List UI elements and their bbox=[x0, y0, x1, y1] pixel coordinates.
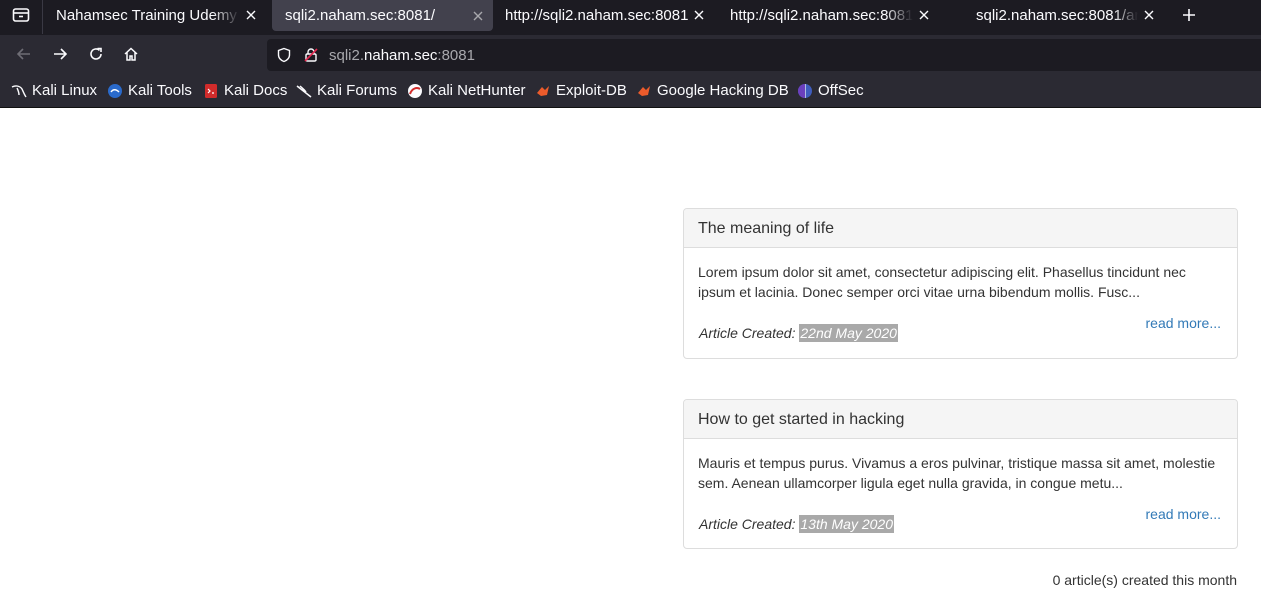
tab-title: Nahamsec Training Udemy C bbox=[56, 6, 240, 24]
plus-icon bbox=[1183, 9, 1195, 21]
article-card: How to get started in hacking Mauris et … bbox=[683, 399, 1238, 549]
navigation-toolbar: sqli2.naham.sec:8081 bbox=[0, 35, 1261, 73]
kali-forums-icon bbox=[296, 83, 312, 99]
bookmark-label: Exploit-DB bbox=[556, 82, 627, 99]
tab-2-active[interactable]: sqli2.naham.sec:8081/ bbox=[272, 0, 493, 31]
bookmark-kali-tools[interactable]: Kali Tools bbox=[107, 82, 192, 99]
insecure-lock-icon[interactable] bbox=[303, 47, 319, 68]
created-label: Article Created: bbox=[699, 516, 796, 532]
bookmark-kali-linux[interactable]: Kali Linux bbox=[11, 82, 97, 99]
monthly-article-count: 0 article(s) created this month bbox=[1052, 572, 1237, 588]
article-excerpt: Lorem ipsum dolor sit amet, consectetur … bbox=[698, 264, 1186, 300]
tab-list-icon bbox=[12, 8, 30, 22]
shield-icon[interactable] bbox=[276, 47, 292, 68]
article-card: The meaning of life Lorem ipsum dolor si… bbox=[683, 208, 1238, 359]
kali-tools-icon bbox=[107, 83, 123, 99]
article-title: How to get started in hacking bbox=[684, 400, 1237, 439]
ghdb-icon bbox=[636, 83, 652, 99]
tab-title: http://sqli2.naham.sec:8081/ bbox=[505, 6, 688, 24]
bookmark-label: Kali Linux bbox=[32, 82, 98, 99]
exploit-db-icon bbox=[535, 83, 551, 99]
forward-button[interactable] bbox=[46, 40, 74, 68]
close-tab-icon[interactable] bbox=[688, 4, 710, 26]
arrow-right-icon bbox=[54, 48, 68, 60]
close-tab-icon[interactable] bbox=[913, 4, 935, 26]
arrow-left-icon bbox=[16, 48, 30, 60]
url-prefix: sqli2. bbox=[329, 47, 365, 64]
bookmark-google-hacking-db[interactable]: Google Hacking DB bbox=[636, 82, 789, 99]
url-text[interactable]: sqli2.naham.sec:8081 bbox=[329, 47, 475, 64]
bookmark-label: Kali NetHunter bbox=[428, 82, 526, 99]
address-bar[interactable]: sqli2.naham.sec:8081 bbox=[267, 39, 1261, 71]
bookmark-label: Kali Docs bbox=[224, 82, 288, 99]
created-date: 13th May 2020 bbox=[799, 515, 894, 533]
bookmark-label: OffSec bbox=[818, 82, 864, 99]
nethunter-icon bbox=[407, 83, 423, 99]
article-title: The meaning of life bbox=[684, 209, 1237, 248]
tab-4[interactable]: http://sqli2.naham.sec:8081/a bbox=[717, 0, 939, 30]
bookmark-offsec[interactable]: OffSec bbox=[797, 82, 864, 99]
read-more-link[interactable]: read more... bbox=[1146, 506, 1221, 522]
tab-title: sqli2.naham.sec:8081/ bbox=[285, 7, 436, 24]
home-icon bbox=[124, 47, 138, 61]
tab-title: sqli2.naham.sec:8081/arti bbox=[976, 6, 1138, 24]
bookmark-label: Kali Forums bbox=[317, 82, 398, 99]
bookmark-exploit-db[interactable]: Exploit-DB bbox=[535, 82, 627, 99]
list-all-tabs-button[interactable] bbox=[0, 0, 42, 30]
url-host: naham.sec bbox=[364, 47, 438, 64]
reload-icon bbox=[90, 47, 102, 60]
reload-button[interactable] bbox=[82, 40, 110, 68]
article-created: Article Created: 13th May 2020 bbox=[699, 515, 894, 533]
tab-title: http://sqli2.naham.sec:8081/a bbox=[730, 6, 913, 24]
home-button[interactable] bbox=[117, 40, 145, 68]
bookmark-kali-forums[interactable]: Kali Forums bbox=[296, 82, 397, 99]
bookmark-label: Google Hacking DB bbox=[657, 82, 789, 99]
article-body: Lorem ipsum dolor sit amet, consectetur … bbox=[684, 248, 1237, 302]
close-tab-icon[interactable] bbox=[467, 5, 489, 27]
bookmark-kali-nethunter[interactable]: Kali NetHunter bbox=[407, 82, 526, 99]
kali-docs-icon bbox=[203, 83, 219, 99]
bookmark-label: Kali Tools bbox=[128, 82, 192, 99]
bookmark-kali-docs[interactable]: Kali Docs bbox=[203, 82, 287, 99]
tab-5[interactable]: sqli2.naham.sec:8081/arti bbox=[963, 0, 1164, 30]
created-label: Article Created: bbox=[699, 325, 796, 341]
back-button[interactable] bbox=[10, 40, 38, 68]
tab-1[interactable]: Nahamsec Training Udemy C bbox=[43, 0, 266, 30]
article-body: Mauris et tempus purus. Vivamus a eros p… bbox=[684, 439, 1237, 493]
tab-strip: Nahamsec Training Udemy C sqli2.naham.se… bbox=[0, 0, 1261, 35]
new-tab-button[interactable] bbox=[1176, 2, 1202, 28]
kali-dragon-icon bbox=[11, 83, 27, 99]
article-created: Article Created: 22nd May 2020 bbox=[699, 324, 898, 342]
created-date: 22nd May 2020 bbox=[799, 324, 898, 342]
offsec-icon bbox=[797, 83, 813, 99]
read-more-link[interactable]: read more... bbox=[1146, 315, 1221, 331]
article-excerpt: Mauris et tempus purus. Vivamus a eros p… bbox=[698, 455, 1216, 491]
close-tab-icon[interactable] bbox=[240, 4, 262, 26]
bookmarks-toolbar: Kali Linux Kali Tools Kali Docs Kali For… bbox=[0, 73, 1261, 108]
url-port: :8081 bbox=[437, 47, 475, 64]
close-tab-icon[interactable] bbox=[1138, 4, 1160, 26]
tab-3[interactable]: http://sqli2.naham.sec:8081/ bbox=[492, 0, 714, 30]
